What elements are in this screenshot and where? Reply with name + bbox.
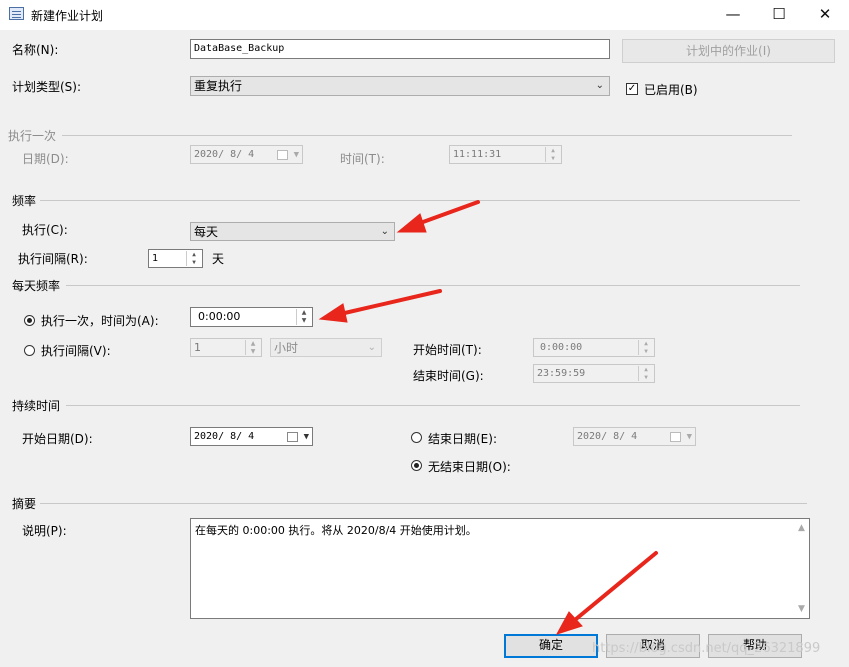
annotation-arrows: [318, 200, 658, 635]
annotation-arrowhead: [396, 213, 427, 233]
annotation-arrow-daily: [334, 289, 442, 317]
annotation-arrow-ok: [568, 551, 658, 626]
annotation-arrowhead: [318, 303, 348, 323]
